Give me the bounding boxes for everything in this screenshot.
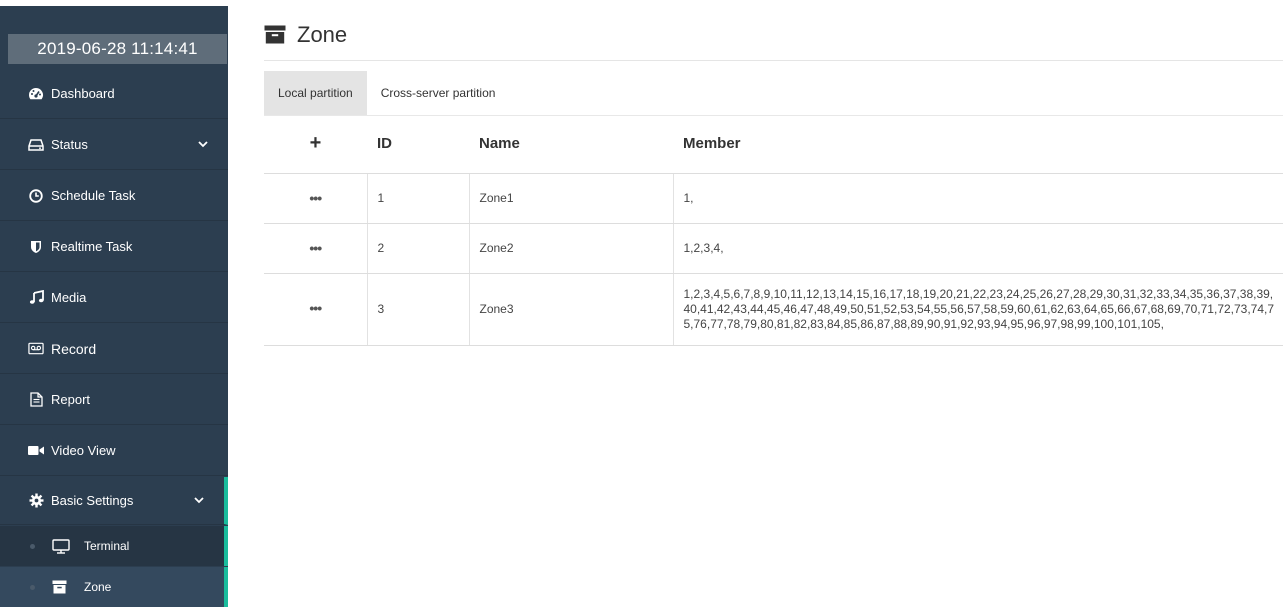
sidebar-item-label: Schedule Task xyxy=(51,188,136,203)
sidebar-item-schedule-task[interactable]: Schedule Task xyxy=(0,171,228,221)
sidebar-item-dashboard[interactable]: Dashboard xyxy=(0,69,228,119)
archive-box-icon xyxy=(52,579,70,595)
sidebar-subitem-label: Zone xyxy=(84,580,112,594)
video-camera-icon xyxy=(28,443,44,459)
sidebar-item-basic-settings[interactable]: Basic Settings xyxy=(0,477,228,525)
music-icon xyxy=(28,290,44,306)
column-header-id: ID xyxy=(367,115,469,174)
tree-dot xyxy=(30,544,35,549)
main-content: Zone Local partition Cross-server partit… xyxy=(228,0,1283,607)
sidebar-item-video-view[interactable]: Video View xyxy=(0,426,228,476)
sidebar-item-report[interactable]: Report xyxy=(0,375,228,425)
zone-member-cell: 1, xyxy=(673,173,1283,224)
sidebar-item-label: Dashboard xyxy=(51,86,115,101)
column-header-member: Member xyxy=(673,115,1283,174)
chevron-down-icon[interactable] xyxy=(198,140,208,150)
table-row: ••• 3 Zone3 1,2,3,4,5,6,7,8,9,10,11,12,1… xyxy=(264,273,1283,346)
monitor-icon xyxy=(52,538,70,554)
sidebar-item-label: Status xyxy=(51,137,88,152)
sidebar-item-label: Report xyxy=(51,392,91,407)
archive-box-icon xyxy=(264,25,286,45)
sidebar-subitem-label: Terminal xyxy=(84,539,130,553)
zone-name-cell: Zone3 xyxy=(469,273,674,346)
add-zone-button[interactable]: + xyxy=(264,115,367,174)
column-header-name: Name xyxy=(469,115,673,174)
cassette-icon xyxy=(28,341,44,357)
zone-id-cell: 3 xyxy=(367,273,470,346)
tab-local-partition[interactable]: Local partition xyxy=(264,71,367,115)
sidebar-item-label: Basic Settings xyxy=(51,493,134,508)
tab-cross-server-partition[interactable]: Cross-server partition xyxy=(367,71,510,115)
sidebar-item-status[interactable]: Status xyxy=(0,120,228,170)
page-header: Zone xyxy=(264,18,347,52)
table-header-row: + ID Name Member xyxy=(264,115,1283,174)
table-row: ••• 1 Zone1 1, xyxy=(264,173,1283,224)
tree-dot xyxy=(30,585,35,590)
page-title: Zone xyxy=(297,22,348,47)
document-icon xyxy=(28,392,44,408)
shield-icon xyxy=(28,239,44,255)
sidebar-item-record[interactable]: Record xyxy=(0,324,228,374)
title-divider xyxy=(264,60,1283,61)
gear-icon xyxy=(28,493,44,509)
more-actions-button[interactable]: ••• xyxy=(309,190,322,206)
zone-id-cell: 1 xyxy=(367,173,470,224)
sidebar-item-realtime-task[interactable]: Realtime Task xyxy=(0,222,228,272)
sidebar-item-label: Media xyxy=(51,290,87,305)
hdd-icon xyxy=(28,137,44,153)
zone-member-cell: 1,2,3,4, xyxy=(673,223,1283,274)
zone-name-cell: Zone1 xyxy=(469,173,674,224)
zone-id-cell: 2 xyxy=(367,223,470,274)
zone-member-cell: 1,2,3,4,5,6,7,8,9,10,11,12,13,14,15,16,1… xyxy=(673,273,1283,346)
clock-display: 2019-06-28 11:14:41 xyxy=(8,34,227,64)
sidebar-item-label: Record xyxy=(51,340,97,357)
table-row: ••• 2 Zone2 1,2,3,4, xyxy=(264,223,1283,274)
tab-bar: Local partition Cross-server partition xyxy=(264,71,509,115)
sidebar-subitem-zone[interactable]: Zone xyxy=(0,567,228,607)
dashboard-icon xyxy=(28,86,44,102)
chevron-down-icon[interactable] xyxy=(194,496,204,506)
sidebar-item-media[interactable]: Media xyxy=(0,273,228,323)
more-actions-button[interactable]: ••• xyxy=(309,240,322,256)
zone-name-cell: Zone2 xyxy=(469,223,674,274)
row-actions-cell: ••• xyxy=(264,173,368,224)
sidebar-subitem-terminal[interactable]: Terminal xyxy=(0,526,228,566)
zone-table: + ID Name Member ••• 1 Zone1 1, ••• 2 Zo… xyxy=(264,115,1283,346)
row-actions-cell: ••• xyxy=(264,223,368,274)
more-actions-button[interactable]: ••• xyxy=(309,300,322,316)
sidebar-item-label: Realtime Task xyxy=(51,239,133,254)
sidebar-item-label: Video View xyxy=(51,443,116,458)
row-actions-cell: ••• xyxy=(264,273,368,346)
sidebar: 2019-06-28 11:14:41 Dashboard Status Sch… xyxy=(0,0,228,607)
clock-icon xyxy=(28,188,44,204)
